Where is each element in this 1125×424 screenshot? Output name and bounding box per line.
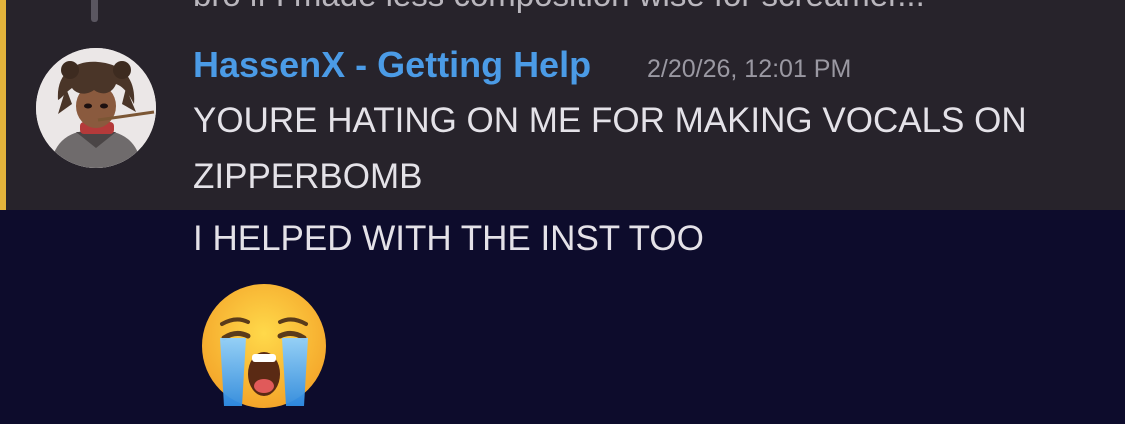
reply-preview-text[interactable]: bro if I made less composition wise for … [193, 0, 1093, 16]
message-author[interactable]: HassenX - Getting Help [193, 44, 591, 86]
message-line: I HELPED WITH THE INST TOO [193, 219, 704, 258]
message-line: YOURE HATING ON ME FOR MAKING VOCALS ON [193, 101, 1027, 140]
mention-bar [0, 0, 6, 210]
avatar-image [36, 48, 156, 168]
message-line: ZIPPERBOMB [193, 157, 423, 196]
loudly-crying-face-icon[interactable] [196, 278, 332, 414]
avatar[interactable] [36, 48, 156, 168]
reply-spine [91, 0, 98, 22]
message-timestamp: 2/20/26, 12:01 PM [647, 55, 852, 83]
